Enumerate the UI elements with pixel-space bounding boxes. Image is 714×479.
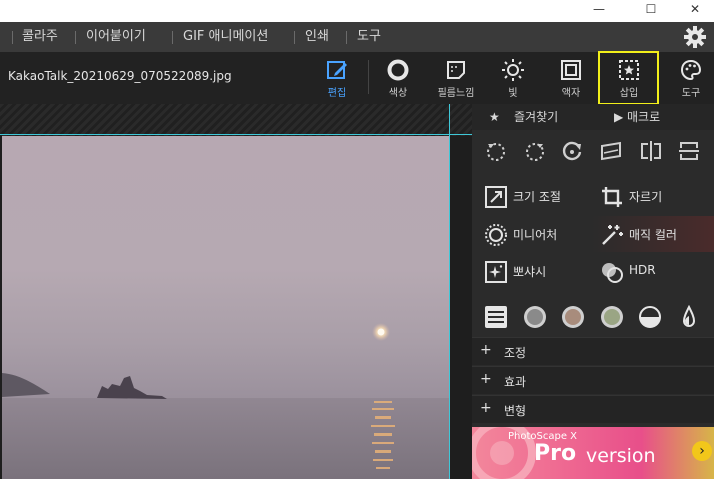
tool-edit[interactable]: 편집 (309, 56, 365, 102)
photo-canvas[interactable] (2, 136, 449, 479)
tool-film-label: 필름느낌 (437, 88, 475, 99)
flip-horizontal-icon[interactable] (638, 138, 664, 164)
rotate-left-icon[interactable] (483, 138, 509, 164)
banner-version-text: version (586, 445, 656, 467)
tool-frame[interactable]: 액자 (543, 56, 599, 102)
filter-green-icon[interactable] (600, 305, 624, 329)
film-icon (447, 61, 465, 79)
tab-macro[interactable]: 매크로 (627, 105, 660, 129)
close-button[interactable]: ✕ (672, 0, 714, 22)
rotate-right-icon[interactable] (522, 138, 548, 164)
magic-wand-icon (602, 225, 623, 245)
insert-highlight-box (598, 51, 659, 105)
menu-separator (294, 31, 295, 44)
crop-button[interactable]: 자르기 (589, 182, 709, 210)
tool-edit-label: 편집 (327, 88, 347, 99)
canvas-guide-vertical (449, 104, 450, 479)
miniature-label: 미니어처 (513, 228, 558, 242)
frame-icon (561, 60, 581, 80)
macro-play-icon: ▶ (614, 110, 624, 124)
color-ring-icon (387, 59, 409, 81)
plus-icon: + (480, 342, 492, 358)
list-icon[interactable] (484, 305, 508, 329)
gear-icon[interactable] (683, 25, 707, 49)
tool-tools-label: 도구 (681, 88, 701, 99)
tool-color[interactable]: 색상 (370, 56, 426, 102)
filter-half-icon[interactable] (638, 305, 662, 329)
file-name: KakaoTalk_20210629_070522089.jpg (8, 69, 232, 83)
drop-icon[interactable] (677, 305, 701, 329)
menu-bar: 콜라주 이어붙이기 GIF 애니메이션 인쇄 도구 (0, 22, 714, 52)
tool-color-label: 색상 (388, 88, 408, 99)
canvas-guide-horizontal (0, 134, 472, 135)
panel-tab-row (472, 104, 714, 130)
sparkle-icon (485, 261, 507, 283)
menu-separator (75, 31, 76, 44)
tool-light[interactable]: 빛 (485, 56, 541, 102)
sun-icon (502, 59, 524, 81)
section-effects-label: 효과 (504, 375, 527, 389)
filter-gray-icon[interactable] (523, 305, 547, 329)
menu-gif-animation[interactable]: GIF 애니메이션 (183, 22, 268, 52)
maximize-button[interactable]: ☐ (628, 0, 674, 22)
edit-icon (327, 61, 347, 79)
miniature-button[interactable]: 미니어처 (473, 220, 593, 248)
plus-icon: + (480, 400, 492, 416)
straighten-icon[interactable] (598, 138, 624, 164)
bloom-button[interactable]: 뽀샤시 (473, 257, 593, 285)
magic-color-label: 매직 컬러 (629, 228, 677, 242)
hdr-icon (602, 263, 623, 283)
chevron-right-icon[interactable]: › (692, 441, 712, 461)
miniature-icon (485, 224, 507, 246)
menu-combine[interactable]: 이어붙이기 (86, 22, 146, 52)
minimize-button[interactable]: — (576, 0, 622, 22)
menu-separator (12, 31, 13, 44)
menu-separator (172, 31, 173, 44)
photoscape-window: — ☐ ✕ 콜라주 이어붙이기 GIF 애니메이션 인쇄 도구 KakaoTal… (0, 0, 714, 479)
tool-frame-label: 액자 (561, 88, 581, 99)
tool-film[interactable]: 필름느낌 (428, 56, 484, 102)
tab-favorites[interactable]: 즐겨찾기 (514, 105, 558, 129)
palette-brush-icon (680, 59, 702, 81)
crop-icon (602, 187, 622, 207)
toolbar-separator (368, 60, 369, 94)
favorites-star-icon: ★ (489, 110, 500, 124)
rotate-free-icon[interactable] (559, 138, 585, 164)
menu-collage[interactable]: 콜라주 (22, 22, 58, 52)
bloom-label: 뽀샤시 (513, 265, 547, 279)
banner-pro-text: Pro (534, 441, 577, 466)
resize-label: 크기 조절 (513, 190, 561, 204)
menu-tools[interactable]: 도구 (357, 22, 381, 52)
canvas-margin (0, 104, 472, 136)
hdr-button[interactable]: HDR (589, 257, 709, 285)
menu-separator (346, 31, 347, 44)
section-transform-label: 변형 (504, 404, 527, 418)
plus-icon: + (480, 371, 492, 387)
resize-icon (485, 186, 507, 208)
tool-tools[interactable]: 도구 (663, 56, 714, 102)
section-transform[interactable]: + 변형 (472, 395, 714, 423)
section-effects[interactable]: + 효과 (472, 366, 714, 394)
menu-print[interactable]: 인쇄 (305, 22, 329, 52)
flip-vertical-icon[interactable] (676, 138, 702, 164)
magic-color-button[interactable]: 매직 컬러 (589, 220, 709, 248)
crop-label: 자르기 (629, 190, 663, 204)
tool-light-label: 빛 (508, 88, 518, 99)
section-adjust-label: 조정 (504, 346, 527, 360)
section-adjust[interactable]: + 조정 (472, 337, 714, 365)
hdr-label: HDR (629, 263, 656, 277)
title-bar: — ☐ ✕ (0, 0, 714, 22)
pro-version-banner[interactable]: PhotoScape X Pro version › (472, 427, 714, 479)
resize-button[interactable]: 크기 조절 (473, 182, 593, 210)
filter-warm-icon[interactable] (561, 305, 585, 329)
